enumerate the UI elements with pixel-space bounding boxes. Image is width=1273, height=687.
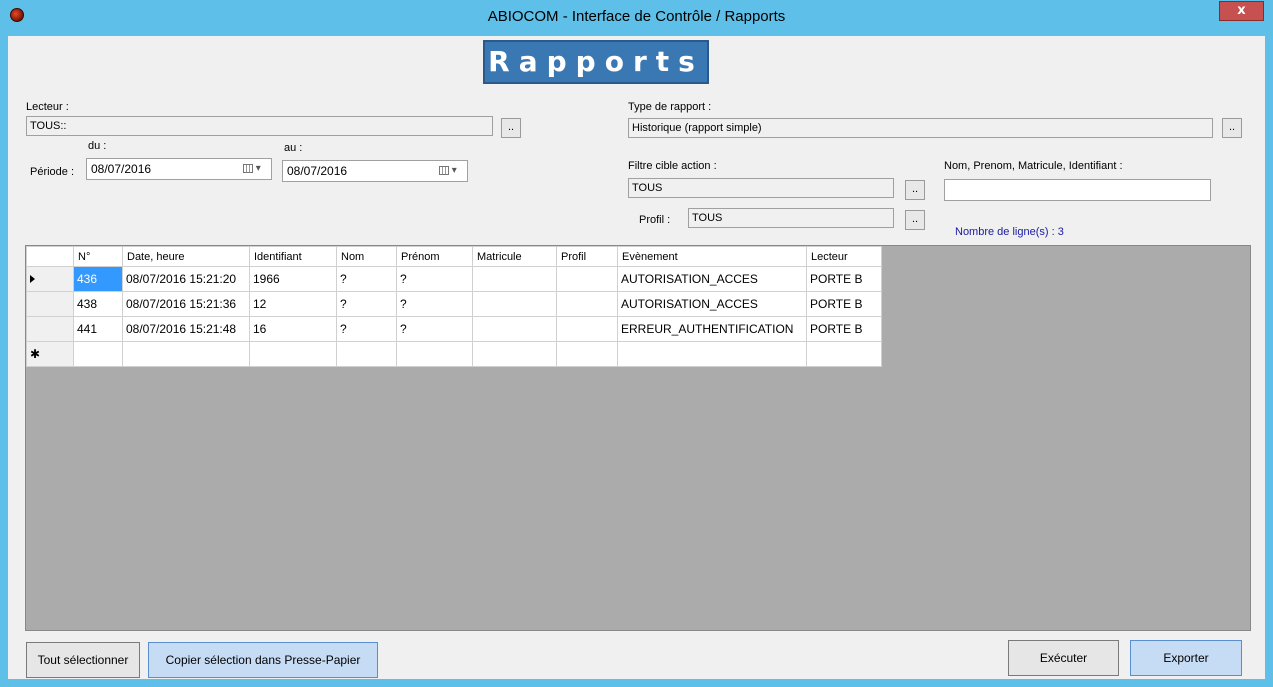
calendar-dropdown-icon[interactable]: ▾ — [439, 165, 461, 177]
table-cell[interactable] — [806, 341, 882, 367]
filtre-field: TOUS — [628, 178, 894, 198]
table-row[interactable]: 436 08/07/2016 15:21:20 1966 ? ? AUTORIS… — [26, 266, 882, 292]
row-header-corner — [26, 246, 74, 267]
table-cell[interactable] — [472, 341, 557, 367]
filtre-label: Filtre cible action : — [628, 160, 717, 172]
column-header[interactable]: Profil — [556, 246, 618, 267]
table-cell[interactable] — [73, 341, 123, 367]
periode-label: Période : — [30, 166, 75, 178]
table-header-row: N° Date, heure Identifiant Nom Prénom Ma… — [26, 246, 882, 267]
column-header[interactable]: Date, heure — [122, 246, 250, 267]
table-cell[interactable] — [336, 341, 397, 367]
results-table: N° Date, heure Identifiant Nom Prénom Ma… — [26, 246, 882, 367]
column-header[interactable]: N° — [73, 246, 123, 267]
row-count-label: Nombre de ligne(s) : 3 — [955, 226, 1064, 238]
table-cell[interactable] — [122, 341, 250, 367]
column-header[interactable]: Prénom — [396, 246, 473, 267]
table-cell[interactable]: ? — [336, 266, 397, 292]
row-header[interactable] — [26, 291, 74, 317]
table-cell[interactable] — [472, 291, 557, 317]
column-header[interactable]: Nom — [336, 246, 397, 267]
title-bar: ABIOCOM - Interface de Contrôle / Rappor… — [0, 0, 1273, 36]
table-cell[interactable]: PORTE B — [806, 316, 882, 342]
table-cell[interactable]: 441 — [73, 316, 123, 342]
table-cell[interactable]: 08/07/2016 15:21:20 — [122, 266, 250, 292]
client-area: Rapports Lecteur : TOUS:: .. du : au : P… — [8, 36, 1265, 679]
date-to-value: 08/07/2016 — [287, 164, 348, 178]
select-all-button[interactable]: Tout sélectionner — [26, 642, 140, 678]
type-rapport-field: Historique (rapport simple) — [628, 118, 1213, 138]
window-title: ABIOCOM - Interface de Contrôle / Rappor… — [487, 8, 786, 25]
table-cell[interactable] — [556, 341, 618, 367]
new-row-asterisk-icon[interactable]: ✱ — [26, 341, 74, 367]
current-row-arrow-icon — [30, 275, 35, 283]
execute-button[interactable]: Exécuter — [1008, 640, 1119, 676]
table-cell[interactable]: PORTE B — [806, 291, 882, 317]
column-header[interactable]: Matricule — [472, 246, 557, 267]
filtre-browse-button[interactable]: .. — [905, 180, 925, 200]
page-title-banner: Rapports — [483, 40, 709, 84]
calendar-dropdown-icon[interactable]: ▾ — [243, 163, 265, 175]
export-button[interactable]: Exporter — [1130, 640, 1242, 676]
table-cell[interactable] — [617, 341, 807, 367]
lecteur-label: Lecteur : — [26, 101, 69, 113]
lecteur-browse-button[interactable]: .. — [501, 118, 521, 138]
du-label: du : — [88, 140, 107, 152]
column-header[interactable]: Lecteur — [806, 246, 882, 267]
table-cell[interactable]: 08/07/2016 15:21:48 — [122, 316, 250, 342]
table-cell[interactable] — [556, 316, 618, 342]
data-grid: N° Date, heure Identifiant Nom Prénom Ma… — [25, 245, 1251, 631]
table-cell[interactable]: 438 — [73, 291, 123, 317]
row-header-current[interactable] — [26, 266, 74, 292]
search-input[interactable] — [944, 179, 1211, 201]
table-row[interactable]: 438 08/07/2016 15:21:36 12 ? ? AUTORISAT… — [26, 291, 882, 317]
date-to-picker[interactable]: 08/07/2016 ▾ — [282, 160, 468, 182]
table-cell[interactable]: PORTE B — [806, 266, 882, 292]
type-rapport-label: Type de rapport : — [628, 101, 712, 113]
table-cell[interactable] — [472, 316, 557, 342]
table-cell[interactable] — [472, 266, 557, 292]
table-cell[interactable]: 1966 — [249, 266, 337, 292]
row-header[interactable] — [26, 316, 74, 342]
table-cell[interactable]: 16 — [249, 316, 337, 342]
table-cell[interactable]: ? — [396, 316, 473, 342]
table-cell[interactable] — [556, 291, 618, 317]
date-from-picker[interactable]: 08/07/2016 ▾ — [86, 158, 272, 180]
copy-to-clipboard-button[interactable]: Copier sélection dans Presse-Papier — [148, 642, 378, 678]
table-cell[interactable] — [556, 266, 618, 292]
table-cell[interactable]: ? — [336, 316, 397, 342]
table-row[interactable]: 441 08/07/2016 15:21:48 16 ? ? ERREUR_AU… — [26, 316, 882, 342]
table-cell[interactable] — [249, 341, 337, 367]
table-cell[interactable]: 08/07/2016 15:21:36 — [122, 291, 250, 317]
profil-field: TOUS — [688, 208, 894, 228]
new-row[interactable]: ✱ — [26, 341, 882, 367]
table-cell[interactable]: ? — [336, 291, 397, 317]
date-from-value: 08/07/2016 — [91, 162, 152, 176]
lecteur-field: TOUS:: — [26, 116, 493, 136]
table-cell[interactable]: AUTORISATION_ACCES — [617, 266, 807, 292]
application-window: ABIOCOM - Interface de Contrôle / Rappor… — [0, 0, 1273, 687]
table-cell[interactable]: 12 — [249, 291, 337, 317]
table-cell[interactable]: 436 — [73, 266, 123, 292]
profil-browse-button[interactable]: .. — [905, 210, 925, 230]
table-cell[interactable] — [396, 341, 473, 367]
column-header[interactable]: Identifiant — [249, 246, 337, 267]
profil-label: Profil : — [639, 214, 671, 226]
close-button[interactable]: x — [1219, 1, 1264, 21]
table-cell[interactable]: ? — [396, 291, 473, 317]
column-header[interactable]: Evènement — [617, 246, 807, 267]
table-cell[interactable]: ERREUR_AUTHENTIFICATION — [617, 316, 807, 342]
au-label: au : — [284, 142, 303, 154]
table-cell[interactable]: AUTORISATION_ACCES — [617, 291, 807, 317]
type-rapport-browse-button[interactable]: .. — [1222, 118, 1242, 138]
table-cell[interactable]: ? — [396, 266, 473, 292]
search-label: Nom, Prenom, Matricule, Identifiant : — [944, 160, 1123, 172]
